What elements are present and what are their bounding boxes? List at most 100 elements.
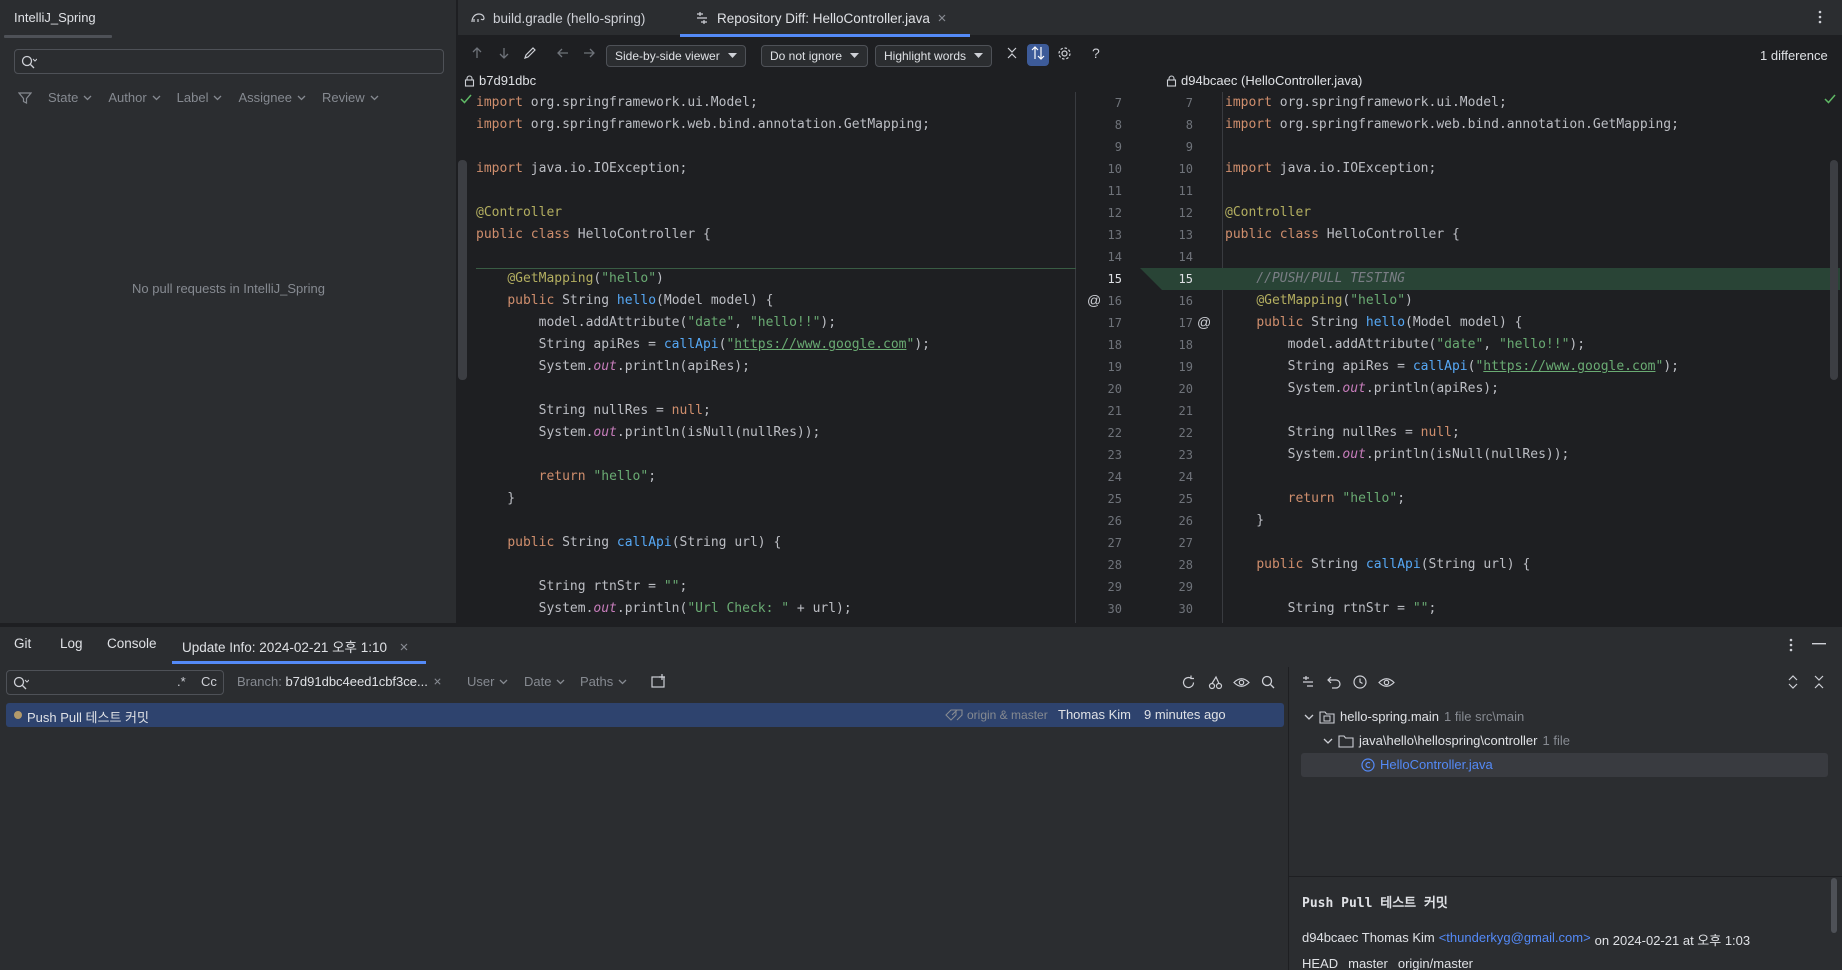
search-icon[interactable]	[1261, 675, 1275, 689]
tab-build-gradle[interactable]: build.gradle (hello-spring)	[470, 0, 645, 36]
filter-state[interactable]: State	[48, 90, 92, 105]
ignore-whitespace-dropdown[interactable]: Do not ignore	[761, 45, 869, 67]
left-code-line[interactable]: String apiRes = callApi("https://www.goo…	[476, 334, 930, 356]
left-code-line[interactable]: public String hello(Model model) {	[476, 290, 773, 312]
author-email-link[interactable]: <thunderkyg@gmail.com>	[1439, 930, 1591, 949]
refresh-icon[interactable]	[1181, 675, 1196, 690]
left-code-line[interactable]: @Controller	[476, 202, 562, 224]
revert-icon[interactable]	[1327, 675, 1341, 689]
date-filter[interactable]: Date	[524, 674, 565, 689]
gear-icon[interactable]	[1057, 46, 1072, 61]
eye-icon[interactable]	[1233, 676, 1250, 689]
right-code-line[interactable]: public String callApi(String url) {	[1225, 554, 1530, 576]
left-code-line[interactable]: String nullRes = null;	[476, 400, 711, 422]
left-code-line[interactable]: import org.springframework.ui.Model;	[476, 92, 758, 114]
help-icon[interactable]: ?	[1092, 45, 1100, 61]
paths-filter[interactable]: Paths	[580, 674, 627, 689]
right-code-line[interactable]: String apiRes = callApi("https://www.goo…	[1225, 356, 1679, 378]
branch-filter[interactable]: Branch: b7d91dbc4eed1cbf3ce...	[237, 674, 442, 689]
close-icon[interactable]	[399, 642, 409, 652]
tab-intellij-spring[interactable]: IntelliJ_Spring	[14, 10, 96, 25]
left-line-number: 17	[1107, 316, 1122, 330]
more-vertical-icon[interactable]	[1817, 9, 1823, 25]
more-vertical-icon[interactable]	[1788, 637, 1794, 653]
right-code-line[interactable]: import org.springframework.web.bind.anno…	[1225, 114, 1679, 136]
right-code-line[interactable]: System.out.println(apiRes);	[1225, 378, 1499, 400]
pr-search-field[interactable]	[14, 49, 444, 74]
left-code-line[interactable]: System.out.println(isNull(nullRes));	[476, 422, 821, 444]
right-code-line[interactable]: //PUSH/PULL TESTING	[1225, 268, 1405, 290]
annotation-gutter-icon[interactable]: @	[1197, 314, 1211, 330]
expand-all-icon[interactable]	[1787, 675, 1799, 689]
right-code-line[interactable]: model.addAttribute("date", "hello!!");	[1225, 334, 1585, 356]
cherry-pick-icon[interactable]	[1208, 675, 1223, 690]
previous-difference-icon[interactable]	[470, 46, 484, 60]
pr-search-input[interactable]	[41, 53, 431, 70]
next-difference-icon[interactable]	[497, 46, 511, 60]
right-code-line[interactable]: public class HelloController {	[1225, 224, 1460, 246]
regex-toggle[interactable]: .*	[177, 674, 186, 689]
tree-node-package[interactable]: java\hello\hellospring\controller 1 file	[1323, 733, 1570, 748]
left-code-line[interactable]: public class HelloController {	[476, 224, 711, 246]
open-new-tab-icon[interactable]	[651, 674, 667, 688]
left-code-line[interactable]: @GetMapping("hello")	[476, 268, 664, 290]
tree-node-file[interactable]: HelloController.java	[1361, 757, 1493, 772]
viewer-mode-dropdown[interactable]: Side-by-side viewer	[606, 45, 746, 67]
tab-update-info[interactable]: Update Info: 2024-02-21 오후 1:10	[182, 636, 409, 656]
edit-icon[interactable]	[523, 46, 537, 60]
collapse-unchanged-icon[interactable]	[1005, 46, 1019, 60]
commit-row[interactable]: Push Pull 테스트 커밋 origin & master Thomas …	[6, 703, 1284, 727]
right-code-line[interactable]: import org.springframework.ui.Model;	[1225, 92, 1507, 114]
right-code-line[interactable]: System.out.println(isNull(nullRes));	[1225, 444, 1570, 466]
user-filter[interactable]: User	[467, 674, 508, 689]
filter-label-dropdown[interactable]: Label	[177, 90, 223, 105]
left-code-line[interactable]: String rtnStr = "";	[476, 576, 688, 598]
tree-node-module[interactable]: hello-spring.main 1 file src\main	[1304, 709, 1524, 724]
right-code-line[interactable]: @Controller	[1225, 202, 1311, 224]
commit-search-input[interactable]	[33, 674, 173, 691]
match-case-toggle[interactable]: Cc	[201, 674, 217, 689]
left-code-line[interactable]: import java.io.IOException;	[476, 158, 687, 180]
filter-icon[interactable]	[18, 91, 32, 105]
left-code-line[interactable]: import org.springframework.web.bind.anno…	[476, 114, 930, 136]
right-code-line[interactable]: public String hello(Model model) {	[1225, 312, 1522, 334]
eye-icon[interactable]	[1378, 676, 1395, 689]
forward-arrow-icon[interactable]	[582, 46, 596, 60]
right-code-line[interactable]: @GetMapping("hello")	[1225, 290, 1413, 312]
right-code-line[interactable]: String nullRes = null;	[1225, 422, 1460, 444]
right-code-line[interactable]: String rtnStr = "";	[1225, 598, 1437, 620]
minimize-icon[interactable]	[1812, 643, 1826, 645]
close-icon[interactable]	[433, 677, 442, 686]
collapse-all-icon[interactable]	[1813, 675, 1825, 689]
filter-review[interactable]: Review	[322, 90, 379, 105]
filter-assignee[interactable]: Assignee	[238, 90, 306, 105]
details-scrollbar[interactable]	[1831, 878, 1837, 933]
left-code-line[interactable]: public String callApi(String url) {	[476, 532, 781, 554]
ref-origin-master: origin/master	[1397, 956, 1473, 970]
close-icon[interactable]	[937, 13, 947, 23]
right-code-line[interactable]: }	[1225, 510, 1264, 532]
right-code-line[interactable]: return "hello";	[1225, 488, 1405, 510]
filter-author[interactable]: Author	[108, 90, 161, 105]
left-code-line[interactable]: System.out.println(apiRes);	[476, 356, 750, 378]
tab-git[interactable]: Git	[14, 636, 31, 651]
right-line-number: 14	[1178, 250, 1193, 264]
compare-icon[interactable]	[1300, 675, 1316, 689]
left-code-line[interactable]: }	[476, 488, 515, 510]
right-code-line[interactable]: import java.io.IOException;	[1225, 158, 1436, 180]
right-scrollbar[interactable]	[1830, 160, 1838, 380]
tab-repository-diff[interactable]: Repository Diff: HelloController.java	[694, 0, 947, 36]
left-line-number: 30	[1107, 602, 1122, 616]
left-line-number: 28	[1107, 558, 1122, 572]
tab-log[interactable]: Log	[60, 636, 83, 651]
left-code-line[interactable]: return "hello";	[476, 466, 656, 488]
commit-search-field[interactable]: .* Cc	[6, 670, 224, 695]
tab-console[interactable]: Console	[107, 636, 157, 651]
left-line-number: 8	[1114, 118, 1122, 132]
highlight-mode-dropdown[interactable]: Highlight words	[875, 45, 993, 67]
left-scrollbar[interactable]	[458, 160, 467, 380]
left-code-line[interactable]: model.addAttribute("date", "hello!!");	[476, 312, 836, 334]
history-icon[interactable]	[1353, 675, 1367, 689]
back-arrow-icon[interactable]	[556, 46, 570, 60]
left-code-line[interactable]: System.out.println("Url Check: " + url);	[476, 598, 852, 620]
